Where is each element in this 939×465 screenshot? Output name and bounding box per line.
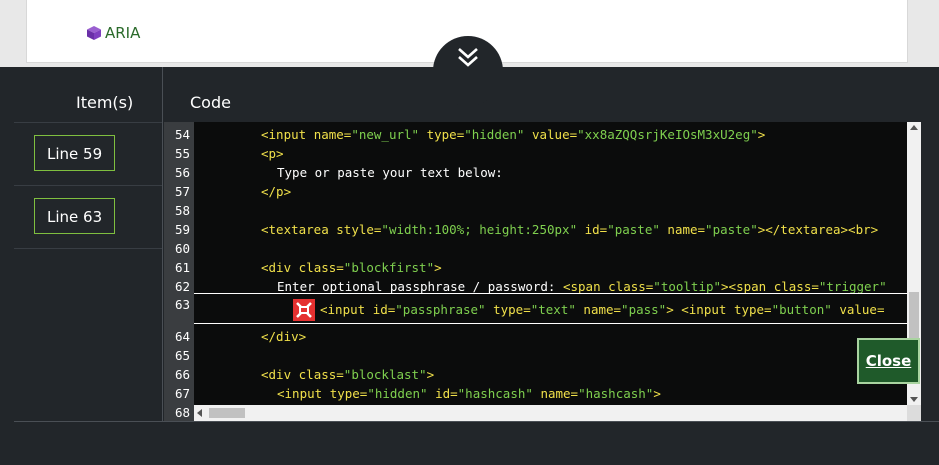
line-number: 54 xyxy=(174,127,190,142)
line-number: 67 xyxy=(174,386,190,401)
code-line: 61 <div class="blockfirst"> xyxy=(164,258,907,277)
chevron-double-down-icon xyxy=(458,48,478,67)
code-line: 64 </div> xyxy=(164,327,907,346)
code-header: Code xyxy=(190,93,231,112)
code-lines: 54 <input name="new_url" type="hidden" va… xyxy=(164,122,907,420)
code-line: 66 <div class="blocklast"> xyxy=(164,365,907,384)
items-list: Line 59 Line 63 xyxy=(14,122,162,249)
line-number: 62 xyxy=(174,279,190,294)
line-number: 61 xyxy=(174,260,190,275)
code-line: 59 <textarea style="width:100%; height:25… xyxy=(164,220,907,239)
code-text: Type or paste your text below: xyxy=(277,165,503,180)
items-column: Item(s) Line 59 Line 63 xyxy=(14,67,163,421)
line-number: 56 xyxy=(174,165,190,180)
line-number: 64 xyxy=(174,329,190,344)
code-viewer[interactable]: 54 <input name="new_url" type="hidden" va… xyxy=(164,122,921,421)
error-marker-icon xyxy=(293,299,315,321)
line-number: 57 xyxy=(174,184,190,199)
item-line-59-button[interactable]: Line 59 xyxy=(34,135,116,171)
panel-divider xyxy=(14,421,939,422)
code-text: </div> xyxy=(261,329,307,344)
aria-link-label: ARIA xyxy=(105,24,141,42)
highlighted-code: <input id="passphrase" type="text" name=… xyxy=(320,302,885,317)
line-number: 68 xyxy=(174,405,190,420)
code-text: <p> xyxy=(261,146,284,161)
code-text: <div class="blockfirst"> xyxy=(261,260,442,275)
line-number: 58 xyxy=(174,203,190,218)
code-line: 55 <p> xyxy=(164,144,907,163)
code-line: 56 Type or paste your text below: xyxy=(164,163,907,182)
code-line: 57 </p> xyxy=(164,182,907,201)
line-number: 59 xyxy=(174,222,190,237)
code-line: 54 <input name="new_url" type="hidden" va… xyxy=(164,125,907,144)
horizontal-scroll-thumb[interactable] xyxy=(209,408,245,418)
list-divider xyxy=(14,248,162,249)
list-item: Line 63 xyxy=(14,185,162,248)
scroll-up-icon[interactable] xyxy=(910,125,918,130)
scroll-left-icon[interactable] xyxy=(197,409,202,417)
line-number: 55 xyxy=(174,146,190,161)
code-line: 58 xyxy=(164,201,907,220)
line-number: 60 xyxy=(174,241,190,256)
results-panel: Item(s) Line 59 Line 63 Code 54 <input na… xyxy=(0,67,939,465)
collapse-toggle[interactable] xyxy=(433,36,503,106)
code-text: <input name="new_url" type="hidden" valu… xyxy=(261,127,766,142)
list-item: Line 59 xyxy=(14,122,162,185)
code-line: 60 xyxy=(164,239,907,258)
items-header: Item(s) xyxy=(76,93,134,112)
code-line: 65 xyxy=(164,346,907,365)
item-line-63-button[interactable]: Line 63 xyxy=(34,198,116,234)
close-button[interactable]: Close xyxy=(857,338,920,384)
aria-link[interactable]: ARIA xyxy=(87,24,140,42)
cube-icon xyxy=(87,26,101,40)
scrollbar-corner xyxy=(907,405,921,421)
code-text: <div class="blocklast"> xyxy=(261,367,435,382)
line-number: 63 xyxy=(174,297,190,312)
line-number: 66 xyxy=(174,367,190,382)
horizontal-scrollbar[interactable] xyxy=(194,405,907,421)
code-text: <textarea style="width:100%; height:250p… xyxy=(261,222,879,237)
code-text: <input type="hidden" id="hashcash" name=… xyxy=(277,386,661,401)
code-text: </p> xyxy=(261,184,292,199)
code-line: 67 <input type="hidden" id="hashcash" nam… xyxy=(164,384,907,403)
scroll-down-icon[interactable] xyxy=(910,397,918,402)
line-number: 65 xyxy=(174,348,190,363)
